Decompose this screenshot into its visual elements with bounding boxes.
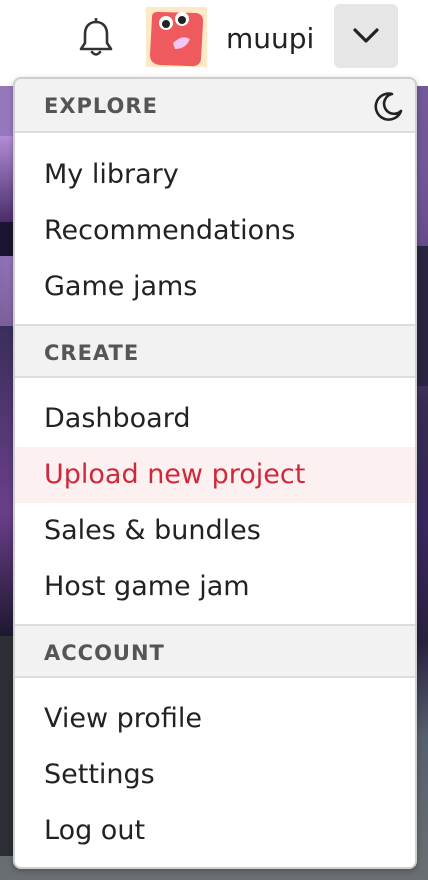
menu-item-sales-bundles[interactable]: Sales & bundles <box>15 503 415 559</box>
dark-mode-toggle[interactable] <box>372 91 404 123</box>
user-dropdown-menu: EXPLORE My library Recommendations Game … <box>13 77 417 869</box>
section-header-explore: EXPLORE <box>15 79 415 133</box>
section-title: CREATE <box>44 341 140 365</box>
menu-item-my-library[interactable]: My library <box>15 147 415 203</box>
chevron-down-icon <box>353 28 379 43</box>
menu-item-game-jams[interactable]: Game jams <box>15 259 415 315</box>
menu-item-dashboard[interactable]: Dashboard <box>15 391 415 447</box>
avatar[interactable] <box>146 7 207 67</box>
moon-icon <box>374 92 403 121</box>
menu-item-settings[interactable]: Settings <box>15 747 415 803</box>
notifications-button[interactable] <box>78 17 114 58</box>
section-title: ACCOUNT <box>44 641 165 665</box>
menu-item-log-out[interactable]: Log out <box>15 803 415 859</box>
menu-item-recommendations[interactable]: Recommendations <box>15 203 415 259</box>
menu-item-host-game-jam[interactable]: Host game jam <box>15 559 415 615</box>
bell-icon <box>79 17 113 56</box>
avatar-image <box>146 7 207 67</box>
section-title: EXPLORE <box>44 94 158 118</box>
username[interactable]: muupi <box>226 20 314 58</box>
section-header-create: CREATE <box>15 324 415 378</box>
section-header-account: ACCOUNT <box>15 624 415 678</box>
menu-item-view-profile[interactable]: View profile <box>15 691 415 747</box>
user-menu-toggle-button[interactable] <box>334 4 398 68</box>
background-game-cover <box>0 636 14 856</box>
menu-item-upload-new-project[interactable]: Upload new project <box>15 447 415 503</box>
top-header: muupi <box>0 0 428 78</box>
